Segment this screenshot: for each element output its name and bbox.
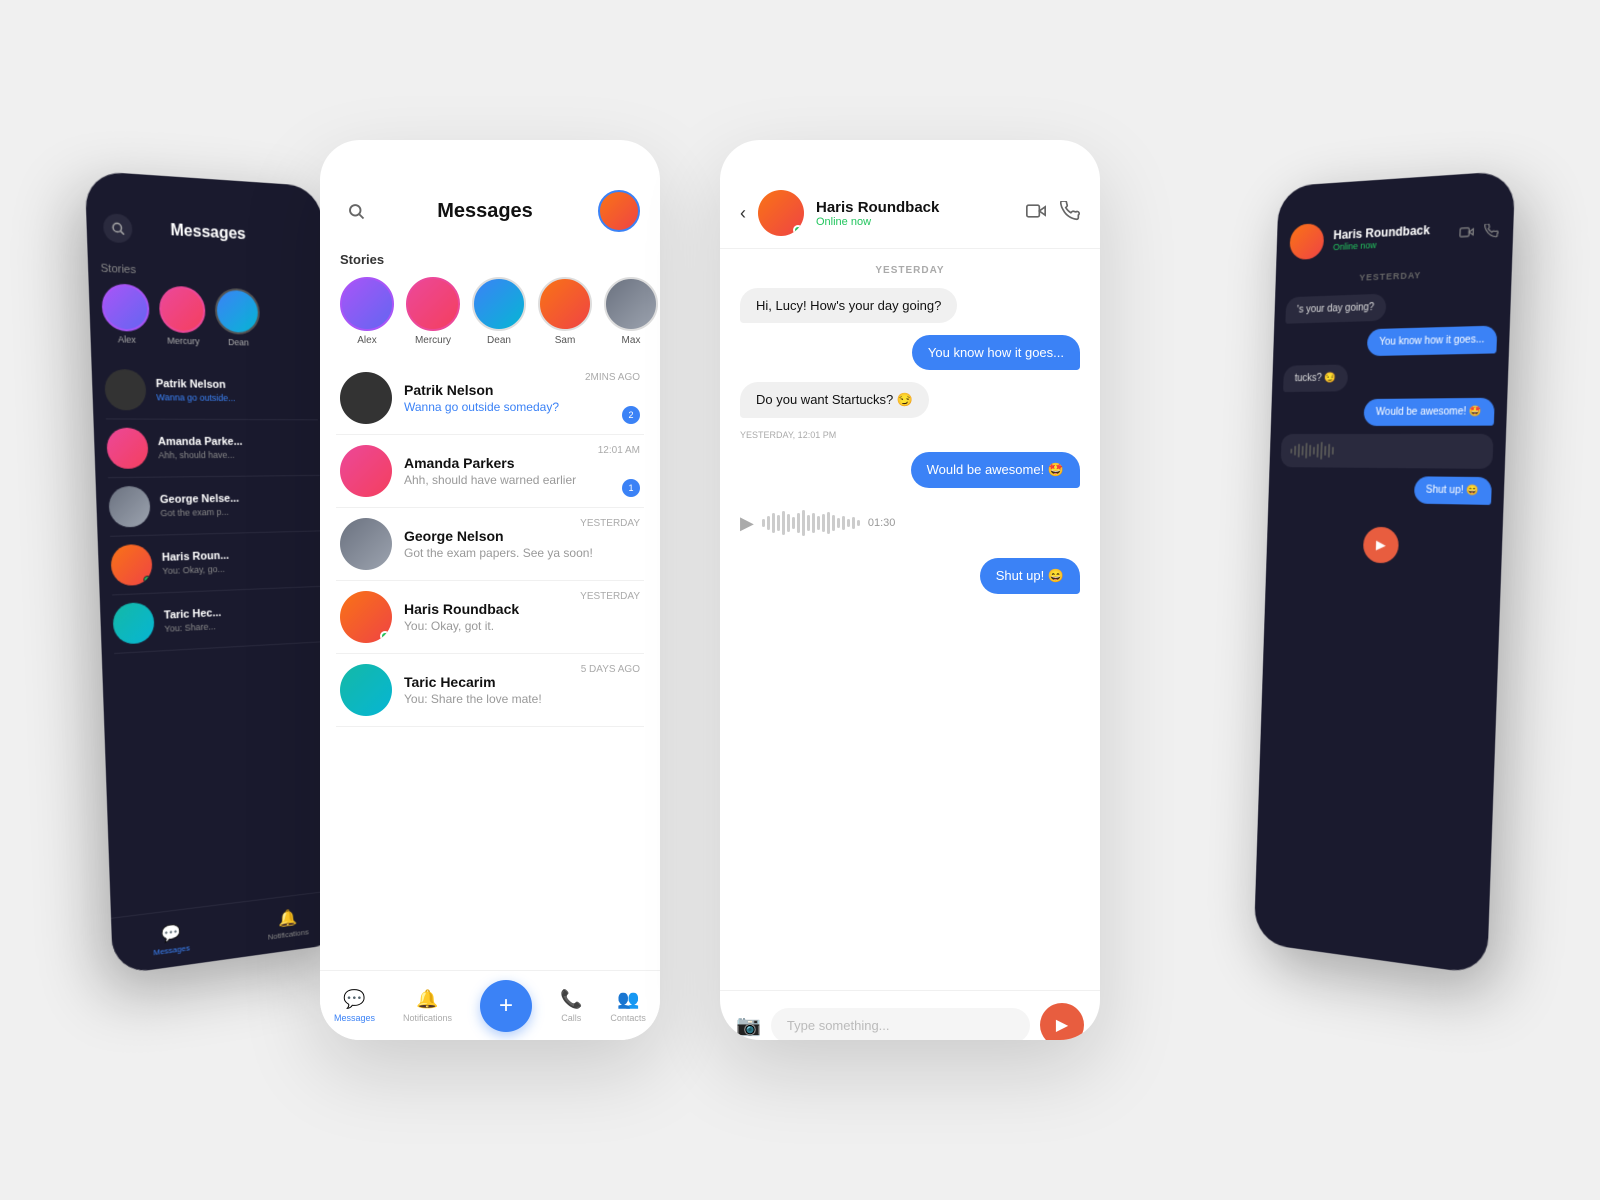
compose-button[interactable]: + [480,980,532,1032]
stories-label: Stories [340,252,640,267]
story-item[interactable]: Dean [472,277,526,346]
message-bubble: Do you want Startucks? 😏 [740,382,929,418]
nav-calls[interactable]: 📞 Calls [560,989,582,1023]
badge: 2 [622,406,640,424]
avatar [340,518,392,570]
story-item[interactable]: Mercury [159,285,207,346]
send-button[interactable]: ▶ [1363,527,1399,564]
list-item[interactable]: Patrik Nelson Wanna go outside someday? … [336,362,644,435]
list-item[interactable]: Taric Hec... You: Share... [112,587,325,654]
search-button[interactable] [340,195,372,227]
phone4-dark-right: Haris Roundback Online now YESTERDAY 's … [1254,171,1516,976]
phone1-dark-left: Messages Stories Alex Mercury Dean [85,171,347,976]
waveform [762,510,860,536]
waveform [1290,442,1334,460]
phone-call-button[interactable] [1060,201,1080,226]
p1-title: Messages [170,222,246,244]
list-item[interactable]: Amanda Parkers Ahh, should have warned e… [336,435,644,508]
list-item[interactable]: Haris Roun... You: Okay, go... [110,531,323,595]
story-item[interactable]: Alex [340,277,394,346]
nav-messages[interactable]: 💬 Messages [334,989,375,1023]
camera-icon[interactable]: 📷 [736,1013,761,1038]
play-button[interactable]: ▶ [740,513,754,534]
p2-bottom-nav: 💬 Messages 🔔 Notifications + 📞 Calls 👥 C… [320,970,660,1040]
p1-stories: Stories Alex Mercury Dean [88,254,327,358]
message-bubble: Shut up! 😄 [980,558,1080,594]
back-button[interactable]: ‹ [740,203,746,224]
phone2-messages-list: Messages Stories Alex Mercury Dean [320,140,660,1040]
timestamp: YESTERDAY, 12:01 PM [740,430,836,440]
p1-stories-label: Stories [100,262,313,283]
avatar [340,591,392,643]
p2-stories-section: Stories Alex Mercury Dean Sam [320,244,660,354]
p2-contacts-list: Patrik Nelson Wanna go outside someday? … [320,362,660,727]
user-avatar[interactable] [598,190,640,232]
p4-header: Haris Roundback Online now [1276,171,1515,273]
story-item[interactable]: Mercury [406,277,460,346]
message-bubble: Would be awesome! 🤩 [911,452,1080,488]
story-item[interactable]: Dean [214,288,261,348]
list-item[interactable]: Haris Roundback You: Okay, got it. YESTE… [336,581,644,654]
story-item[interactable]: Alex [101,283,150,345]
contact-avatar [1289,223,1324,260]
p1-contacts: Patrik Nelson Wanna go outside... Amanda… [91,352,336,663]
p4-messages: 's your day going? You know how it goes.… [1268,281,1511,514]
story-item[interactable]: Sam [538,277,592,346]
list-item[interactable]: Taric Hecarim You: Share the love mate! … [336,654,644,727]
avatar [340,445,392,497]
send-button[interactable]: ▶ [1040,1003,1084,1040]
audio-message[interactable]: ▶ [740,500,1080,546]
message-bubble: You know how it goes... [912,335,1080,370]
avatar [340,664,392,716]
message-bubble: tucks? 😏 [1283,364,1348,392]
avatar [340,372,392,424]
message-bubble: Shut up! 😄 [1413,476,1492,505]
video-call-button[interactable] [1026,201,1046,226]
p1-header: Messages [85,171,324,265]
input-area: 📷 Type something... ▶ [720,990,1100,1040]
list-item[interactable]: Patrik Nelson Wanna go outside... [104,361,318,421]
nav-contacts[interactable]: 👥 Contacts [610,989,646,1023]
list-item[interactable]: George Nelse... Got the exam p... [108,476,322,537]
p2-page-title: Messages [437,200,533,223]
chat-body: YESTERDAY Hi, Lucy! How's your day going… [720,249,1100,1040]
story-item[interactable]: Max [604,277,658,346]
contact-avatar [758,190,804,236]
day-label: YESTERDAY [740,265,1080,276]
phone-call-button[interactable] [1484,223,1499,241]
p1-bottom-nav: 💬 Messages 🔔 Notifications [111,889,346,975]
badge: 1 [622,479,640,497]
search-icon[interactable] [103,213,133,243]
messages-container: YESTERDAY Hi, Lucy! How's your day going… [720,249,1100,990]
video-call-button[interactable] [1459,224,1474,242]
nav-messages[interactable]: 💬 Messages [152,921,190,957]
message-bubble: 's your day going? [1285,294,1386,324]
message-bubble: You know how it goes... [1367,326,1497,357]
p3-header: ‹ Haris Roundback Online now [720,140,1100,249]
message-bubble: Would be awesome! 🤩 [1364,398,1495,426]
scene: Messages Stories Alex Mercury Dean [100,100,1500,1100]
message-input[interactable]: Type something... [771,1008,1030,1041]
audio-message[interactable] [1281,434,1494,469]
nav-notifications[interactable]: 🔔 Notifications [403,989,452,1023]
message-bubble: Hi, Lucy! How's your day going? [740,288,957,323]
phone3-chat-view: ‹ Haris Roundback Online now [720,140,1100,1040]
nav-notifications[interactable]: 🔔 Notifications [267,906,309,942]
list-item[interactable]: George Nelson Got the exam papers. See y… [336,508,644,581]
p2-header: Messages [320,140,660,244]
list-item[interactable]: Amanda Parke... Ahh, should have... [106,419,320,478]
